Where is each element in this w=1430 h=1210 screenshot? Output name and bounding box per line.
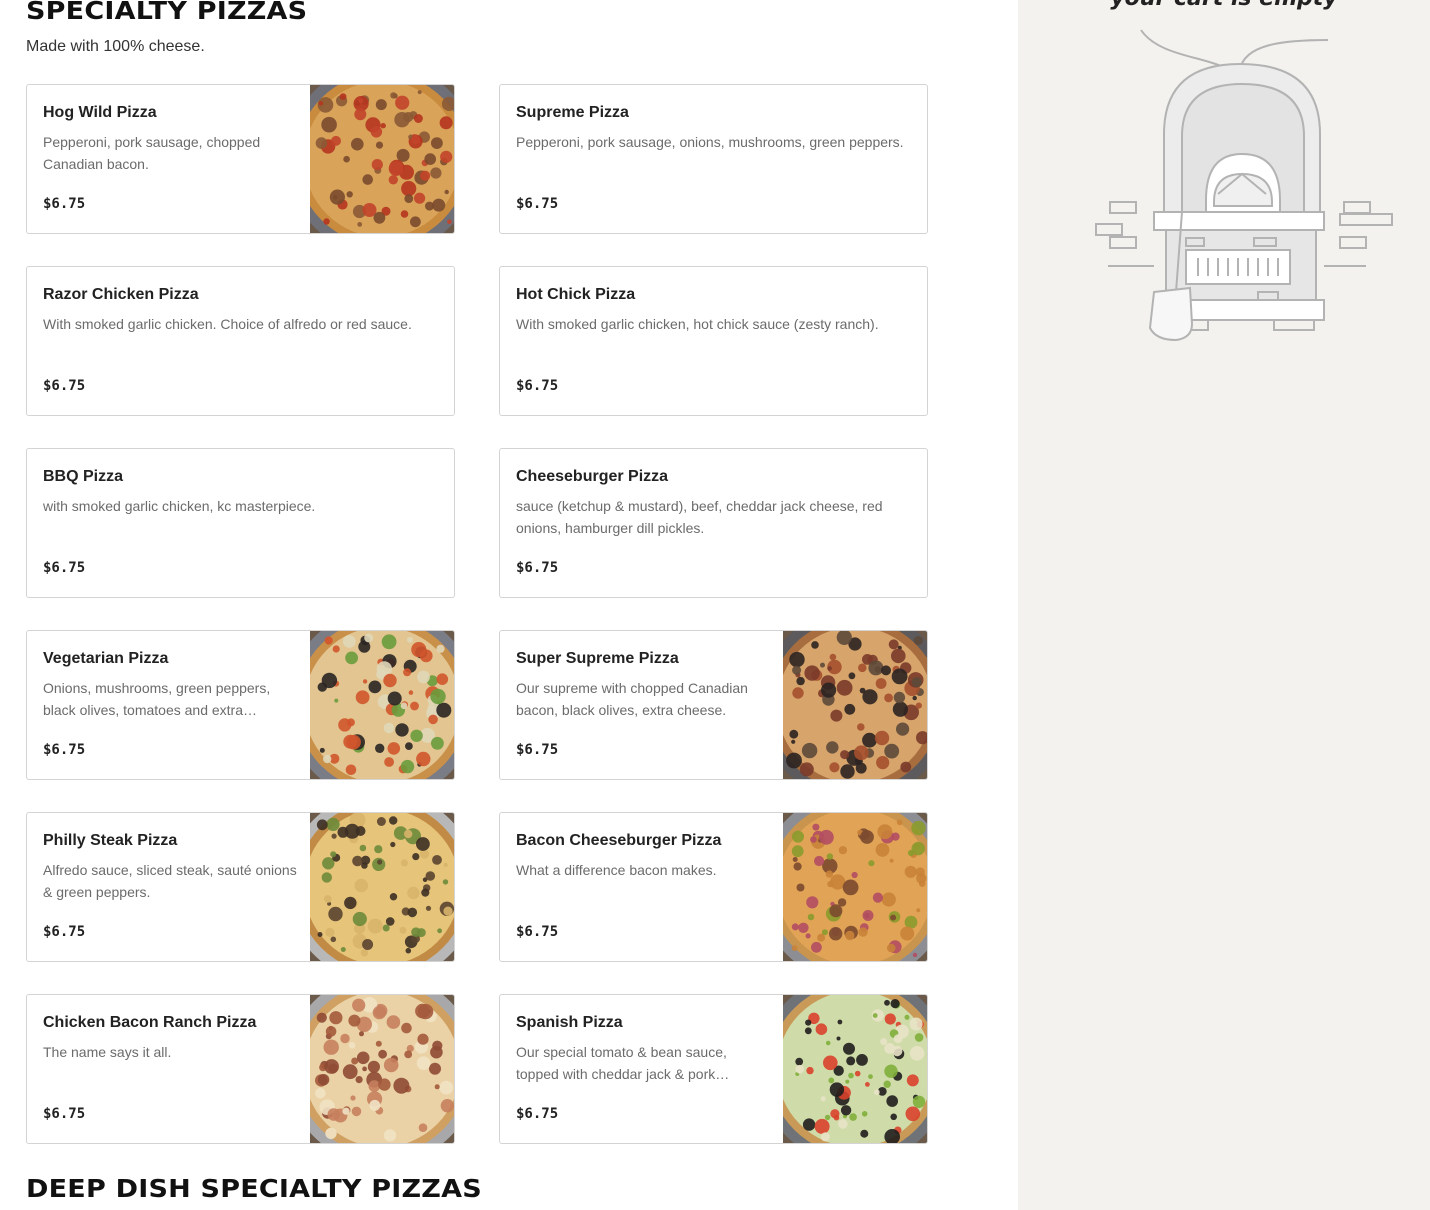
menu-item-name: Philly Steak Pizza (43, 832, 178, 849)
menu-item-card[interactable]: Cheeseburger Pizza sauce (ketchup & musta… (499, 448, 928, 598)
cart-sidebar: your cart is empty (1018, 0, 1430, 1210)
philly-steak-pizza-photo (310, 813, 454, 961)
menu-item-price: $6.75 (516, 560, 559, 576)
menu-item-card[interactable]: Spanish Pizza Our special tomato & bean s… (499, 994, 928, 1144)
menu-item-price: $6.75 (516, 196, 559, 212)
menu-item-name: Cheeseburger Pizza (516, 468, 669, 485)
chicken-bacon-ranch-pizza-photo (310, 995, 454, 1143)
super-supreme-pizza-photo (783, 631, 927, 779)
menu-item-description: Our special tomato & bean sauce, topped … (516, 1044, 730, 1082)
menu-item-price: $6.75 (43, 560, 86, 576)
menu-item-description: sauce (ketchup & mustard), beef, cheddar… (516, 498, 883, 536)
menu-item-card[interactable]: Hog Wild Pizza Pepperoni, pork sausage, c… (26, 84, 455, 234)
menu-item-price: $6.75 (516, 1106, 559, 1122)
menu-item-name: Chicken Bacon Ranch Pizza (43, 1014, 257, 1031)
menu-item-name: Super Supreme Pizza (516, 650, 679, 667)
menu-item-price: $6.75 (43, 924, 86, 940)
menu-item-card[interactable]: Chicken Bacon Ranch Pizza The name says i… (26, 994, 455, 1144)
menu-item-price: $6.75 (516, 924, 559, 940)
menu-item-card[interactable]: BBQ Pizza with smoked garlic chicken, kc … (26, 448, 455, 598)
pepperoni-sausage-pizza-photo (310, 85, 454, 233)
menu-main: SPECIALTY PIZZAS Made with 100% cheese. … (0, 0, 1018, 1210)
menu-item-card[interactable]: Hot Chick Pizza With smoked garlic chicke… (499, 266, 928, 416)
cart-empty-message: your cart is empty (1018, 0, 1430, 11)
vegetarian-pizza-photo (310, 631, 454, 779)
menu-item-name: Hot Chick Pizza (516, 286, 636, 303)
menu-item-card[interactable]: Vegetarian Pizza Onions, mushrooms, green… (26, 630, 455, 780)
menu-item-description: Alfredo sauce, sliced steak, sauté onion… (43, 862, 297, 900)
menu-item-price: $6.75 (516, 378, 559, 394)
menu-item-description: Pepperoni, pork sausage, onions, mushroo… (516, 134, 904, 150)
menu-item-price: $6.75 (43, 196, 86, 212)
menu-item-description: The name says it all. (43, 1044, 172, 1060)
menu-item-description: With smoked garlic chicken, hot chick sa… (516, 316, 879, 332)
menu-item-description: With smoked garlic chicken. Choice of al… (43, 316, 412, 332)
menu-item-description: with smoked garlic chicken, kc masterpie… (43, 498, 316, 514)
bacon-cheeseburger-pizza-photo (783, 813, 927, 961)
menu-item-description: Our supreme with chopped Canadian bacon,… (516, 680, 748, 718)
menu-item-description: Pepperoni, pork sausage, chopped Canadia… (43, 134, 261, 172)
section-title-specialty: SPECIALTY PIZZAS (26, 0, 308, 25)
menu-item-description: What a difference bacon makes. (516, 862, 717, 878)
menu-item-description: Onions, mushrooms, green peppers, black … (43, 680, 271, 718)
menu-item-card[interactable]: Super Supreme Pizza Our supreme with chop… (499, 630, 928, 780)
menu-item-name: Supreme Pizza (516, 104, 629, 121)
menu-item-name: Vegetarian Pizza (43, 650, 169, 667)
pizza-oven-illustration (1095, 29, 1393, 342)
menu-item-name: Bacon Cheeseburger Pizza (516, 832, 722, 849)
menu-item-price: $6.75 (43, 742, 86, 758)
menu-item-price: $6.75 (516, 742, 559, 758)
menu-item-card[interactable]: Supreme Pizza Pepperoni, pork sausage, on… (499, 84, 928, 234)
menu-item-card[interactable]: Bacon Cheeseburger Pizza What a differenc… (499, 812, 928, 962)
menu-item-price: $6.75 (43, 378, 86, 394)
menu-item-card[interactable]: Razor Chicken Pizza With smoked garlic ch… (26, 266, 455, 416)
menu-item-name: Spanish Pizza (516, 1014, 623, 1031)
menu-item-name: Hog Wild Pizza (43, 104, 157, 121)
section-subtitle: Made with 100% cheese. (26, 38, 205, 55)
menu-item-price: $6.75 (43, 1106, 86, 1122)
menu-item-name: Razor Chicken Pizza (43, 286, 199, 303)
menu-item-card[interactable]: Philly Steak Pizza Alfredo sauce, sliced … (26, 812, 455, 962)
section-title-deep-dish: DEEP DISH SPECIALTY PIZZAS (26, 1174, 482, 1203)
spanish-pizza-photo (783, 995, 927, 1143)
menu-item-name: BBQ Pizza (43, 468, 124, 485)
